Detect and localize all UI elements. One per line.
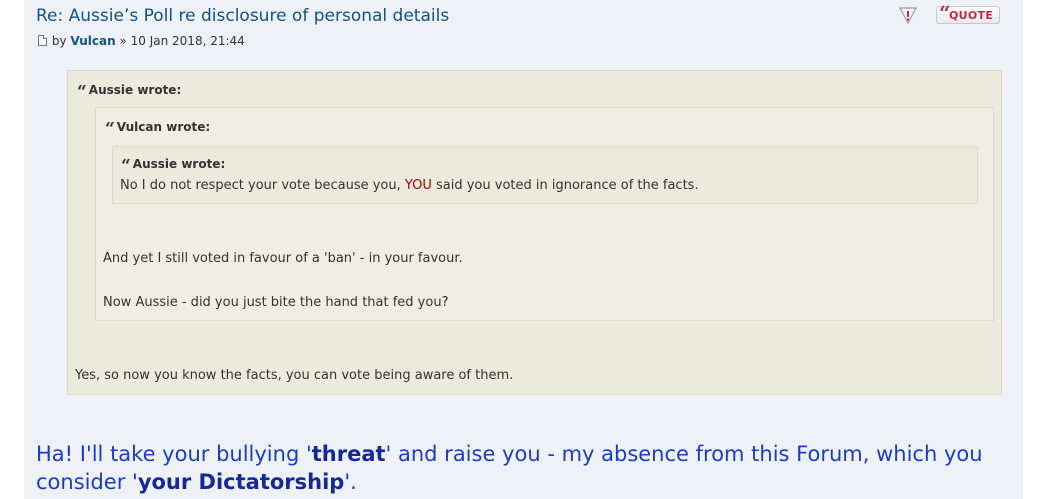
emphasis-you: YOU [404,178,432,193]
quote-outer-cite: “Aussie wrote: [77,82,182,102]
quote-icon: “ [77,82,87,102]
bold-threat: threat [311,442,386,466]
quote-icon: “ [105,119,115,139]
post-message: Ha! I'll take your bullying 'threat' and… [36,442,983,494]
report-icon[interactable] [898,5,918,25]
post-file-icon[interactable] [38,35,47,46]
quote-outer-reply: Yes, so now you know the facts, you can … [75,368,514,383]
quote-middle-line1: And yet I still voted in favour of a 'ba… [103,251,463,266]
by-label: by [51,34,67,48]
post-date: » 10 Jan 2018, 21:44 [119,34,245,48]
quote-inner-cite: “Aussie wrote: [121,156,226,176]
forum-post: Re: Aussie’s Poll re disclosure of perso… [24,0,1023,499]
post-meta: by Vulcan » 10 Jan 2018, 21:44 [38,34,245,48]
quote-icon: “ [121,156,131,176]
bold-dictatorship: your Dictatorship [137,470,345,494]
post-title[interactable]: Re: Aussie’s Poll re disclosure of perso… [36,6,449,26]
quote-inner: “Aussie wrote: No I do not respect your … [112,146,978,204]
quote-button[interactable]: “ QUOTE [936,1,1000,25]
quote-inner-text: No I do not respect your vote because yo… [120,178,699,193]
quote-middle: “Vulcan wrote: “Aussie wrote: No I do no… [95,107,994,321]
quote-button-label: QUOTE [949,9,994,22]
quote-outer: “Aussie wrote: “Vulcan wrote: “Aussie wr… [67,70,1002,395]
author-link[interactable]: Vulcan [70,34,115,48]
quote-middle-cite: “Vulcan wrote: [105,119,211,139]
quote-middle-line2: Now Aussie - did you just bite the hand … [103,295,449,310]
